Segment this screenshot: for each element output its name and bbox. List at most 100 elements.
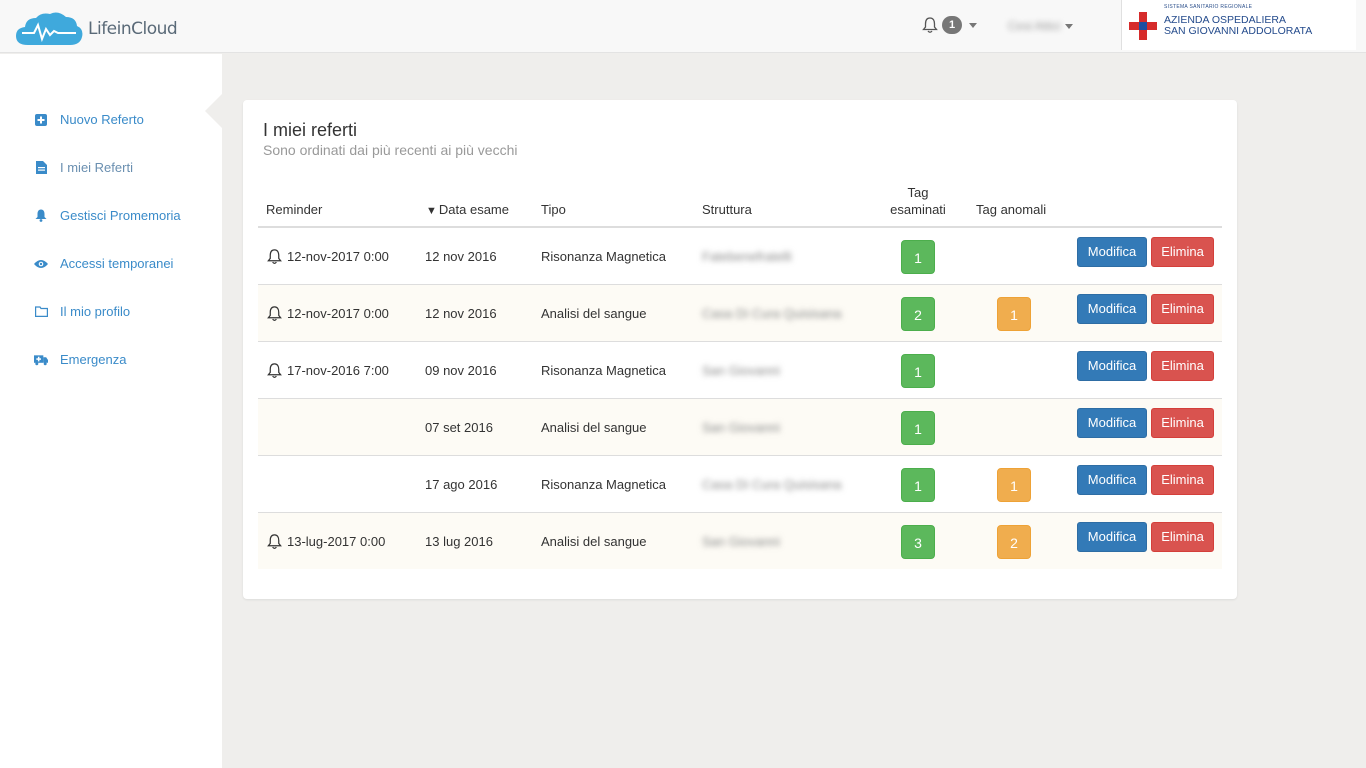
sidebar-item-label: Il mio profilo — [60, 304, 131, 319]
reminder-cell[interactable]: 13-lug-2017 0:00 — [266, 533, 385, 550]
tag-esaminati-badge[interactable]: 3 — [901, 525, 935, 559]
eye-icon — [34, 257, 48, 271]
user-name: Cesi Attici — [1008, 19, 1061, 33]
tag-esaminati-badge[interactable]: 1 — [901, 354, 935, 388]
reminder-cell[interactable]: 17-nov-2016 7:00 — [266, 362, 389, 379]
bell-icon — [267, 363, 282, 378]
reminder-cell[interactable]: 12-nov-2017 0:00 — [266, 248, 389, 265]
active-item-indicator — [205, 94, 222, 128]
structure-name: Casa Di Cura Quisisana — [702, 306, 842, 321]
sidebar-item-label: Nuovo Referto — [60, 112, 144, 127]
bell-icon — [34, 209, 48, 223]
exam-type: Risonanza Magnetica — [541, 363, 667, 378]
reminder-cell[interactable]: 12-nov-2017 0:00 — [266, 305, 389, 322]
modifica-button[interactable]: Modifica — [1077, 237, 1147, 267]
user-menu[interactable]: Cesi Attici — [1008, 19, 1073, 33]
sidebar: Nuovo Referto I miei Referti Gestisci Pr… — [0, 54, 222, 768]
elimina-button[interactable]: Elimina — [1151, 237, 1214, 267]
column-header-tipo[interactable]: Tipo — [541, 202, 566, 217]
referti-panel: I miei referti Sono ordinati dai più rec… — [243, 100, 1237, 599]
modifica-button[interactable]: Modifica — [1077, 465, 1147, 495]
reminder-datetime: 12-nov-2017 0:00 — [287, 249, 389, 264]
elimina-button[interactable]: Elimina — [1151, 465, 1214, 495]
notifications-toggle[interactable]: 1 — [921, 16, 977, 34]
hospital-name-line2: SAN GIOVANNI ADDOLORATA — [1164, 25, 1313, 37]
hospital-system-text: SISTEMA SANITARIO REGIONALE — [1164, 4, 1253, 10]
column-header-data-esame[interactable]: ▼ Data esame — [426, 202, 509, 217]
red-cross-logo-icon — [1129, 12, 1157, 40]
table-row: 12-nov-2017 0:00 12 nov 2016 Risonanza Mag… — [258, 227, 1222, 284]
column-header-reminder[interactable]: Reminder — [266, 202, 322, 217]
sidebar-item-gestisci-promemoria[interactable]: Gestisci Promemoria — [34, 208, 181, 223]
top-bar: LifeinCloud 1 Cesi Attici SISTEMA SANITA… — [0, 0, 1366, 53]
sidebar-item-label: Gestisci Promemoria — [60, 208, 181, 223]
exam-type: Risonanza Magnetica — [541, 249, 667, 264]
tag-esaminati-badge[interactable]: 1 — [901, 411, 935, 445]
exam-date: 07 set 2016 — [425, 420, 493, 435]
exam-date: 12 nov 2016 — [425, 249, 497, 264]
tag-anomali-badge[interactable]: 2 — [997, 525, 1031, 559]
structure-name: San Giovanni — [702, 420, 781, 435]
ambulance-icon — [34, 353, 48, 367]
exam-date: 17 ago 2016 — [425, 477, 498, 492]
sidebar-item-label: Accessi temporanei — [60, 256, 174, 271]
sidebar-item-i-miei-referti[interactable]: I miei Referti — [34, 160, 133, 175]
page-title: I miei referti — [263, 120, 358, 140]
bell-icon — [267, 306, 282, 321]
notification-badge: 1 — [942, 16, 962, 34]
modifica-button[interactable]: Modifica — [1077, 408, 1147, 438]
cloud-logo-icon — [16, 12, 83, 45]
sidebar-item-label: Emergenza — [60, 352, 127, 367]
exam-type: Analisi del sangue — [541, 306, 647, 321]
chevron-down-icon — [1064, 23, 1073, 29]
exam-type: Risonanza Magnetica — [541, 477, 667, 492]
sidebar-item-accessi-temporanei[interactable]: Accessi temporanei — [34, 256, 173, 271]
column-header-tag-anomali[interactable]: Tag anomali — [976, 202, 1046, 217]
tag-esaminati-badge[interactable]: 1 — [901, 240, 935, 274]
tag-esaminati-badge[interactable]: 1 — [901, 468, 935, 502]
file-icon — [34, 161, 48, 175]
structure-name: San Giovanni — [702, 363, 781, 378]
folder-icon — [34, 305, 48, 319]
sidebar-item-label: I miei Referti — [60, 160, 133, 175]
sidebar-item-nuovo-referto[interactable]: Nuovo Referto — [34, 112, 144, 127]
table-row: 17 ago 2016 Risonanza Magnetica Casa Di Cu… — [258, 455, 1222, 512]
table-row: 17-nov-2016 7:00 09 nov 2016 Risonanza Mag… — [258, 341, 1222, 398]
tag-anomali-badge[interactable]: 1 — [997, 468, 1031, 502]
structure-name: San Giovanni — [702, 534, 781, 549]
modifica-button[interactable]: Modifica — [1077, 294, 1147, 324]
elimina-button[interactable]: Elimina — [1151, 408, 1214, 438]
column-header-struttura[interactable]: Struttura — [702, 202, 752, 217]
bell-icon — [267, 534, 282, 549]
reminder-datetime: 13-lug-2017 0:00 — [287, 534, 386, 549]
structure-name: Fatebenefratelli — [702, 249, 792, 264]
hospital-logo: SISTEMA SANITARIO REGIONALE AZIENDA OSPE… — [1121, 0, 1356, 50]
table-row: 12-nov-2017 0:00 12 nov 2016 Analisi del s… — [258, 284, 1222, 341]
exam-type: Analisi del sangue — [541, 534, 647, 549]
table-header: Reminder ▼ Data esame Tipo Struttura Tag e… — [258, 184, 1222, 228]
elimina-button[interactable]: Elimina — [1151, 294, 1214, 324]
elimina-button[interactable]: Elimina — [1151, 522, 1214, 552]
elimina-button[interactable]: Elimina — [1151, 351, 1214, 381]
page-subtitle: Sono ordinati dai più recenti ai più vec… — [263, 142, 518, 158]
chevron-down-icon — [969, 22, 977, 28]
table-row: 07 set 2016 Analisi del sangue San Giovann… — [258, 398, 1222, 455]
structure-name: Casa Di Cura Quisisana — [702, 477, 842, 492]
bell-icon — [267, 249, 282, 264]
brand-logo[interactable]: LifeinCloud — [14, 10, 178, 48]
plus-square-icon — [34, 113, 48, 127]
tag-esaminati-badge[interactable]: 2 — [901, 297, 935, 331]
modifica-button[interactable]: Modifica — [1077, 522, 1147, 552]
table-row: 13-lug-2017 0:00 13 lug 2016 Analisi del s… — [258, 512, 1222, 569]
exam-date: 13 lug 2016 — [425, 534, 493, 549]
reminder-datetime: 12-nov-2017 0:00 — [287, 306, 389, 321]
sidebar-item-emergenza[interactable]: Emergenza — [34, 352, 126, 367]
brand-name: LifeinCloud — [88, 19, 178, 39]
exam-date: 12 nov 2016 — [425, 306, 497, 321]
column-header-tag-esaminati[interactable]: Tag esaminati — [887, 184, 949, 218]
modifica-button[interactable]: Modifica — [1077, 351, 1147, 381]
reminder-datetime: 17-nov-2016 7:00 — [287, 363, 389, 378]
sidebar-item-il-mio-profilo[interactable]: Il mio profilo — [34, 304, 130, 319]
exam-type: Analisi del sangue — [541, 420, 647, 435]
tag-anomali-badge[interactable]: 1 — [997, 297, 1031, 331]
